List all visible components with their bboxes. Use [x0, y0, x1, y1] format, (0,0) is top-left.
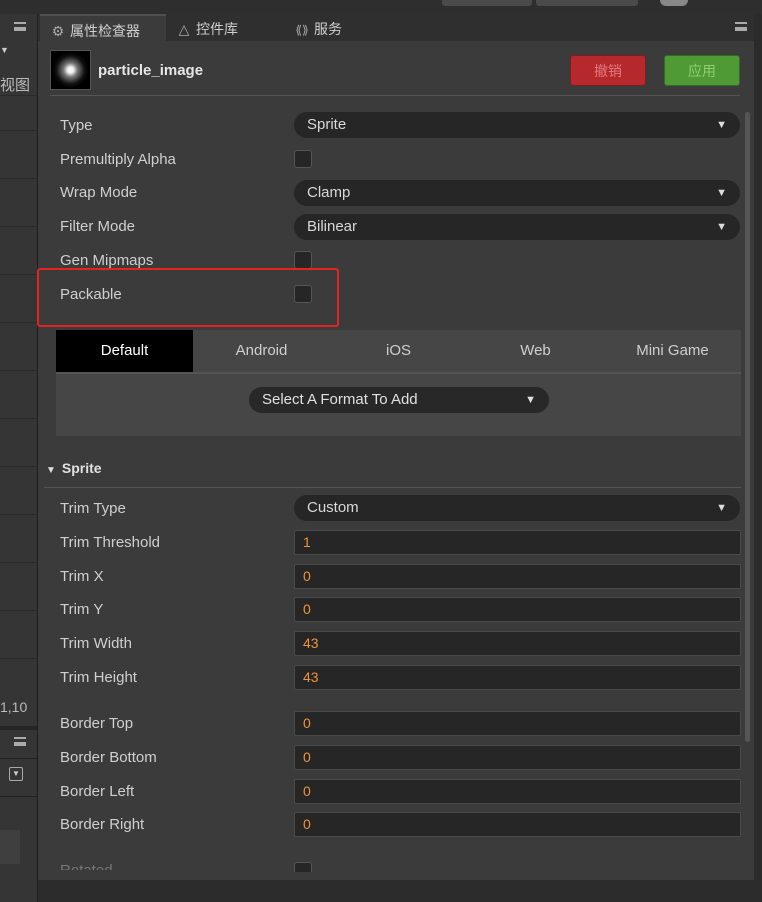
trim-x-label: Trim X — [60, 568, 104, 585]
hamburger-menu-icon[interactable] — [735, 22, 747, 31]
triangle-down-icon: ▼ — [716, 221, 727, 233]
sprite-section-title: Sprite — [61, 460, 102, 476]
asset-name: particle_image — [98, 62, 204, 79]
border-right-label: Border Right — [60, 816, 145, 833]
divider — [0, 274, 37, 275]
border-top-input[interactable]: 0 — [294, 711, 741, 736]
divider — [0, 758, 37, 759]
wrap-mode-select[interactable]: Clamp ▼ — [294, 180, 740, 206]
panel-splitter[interactable] — [0, 726, 37, 730]
trim-type-select-value: Custom — [307, 499, 359, 516]
revert-button[interactable]: 撤销 — [570, 55, 646, 86]
rotated-checkbox[interactable] — [294, 862, 312, 872]
platform-tab-default[interactable]: Default — [56, 330, 193, 372]
trim-height-label: Trim Height — [60, 669, 137, 686]
platform-tab-web[interactable]: Web — [467, 330, 604, 372]
tab-library-label: 控件库 — [196, 21, 238, 37]
list-item[interactable] — [0, 830, 20, 864]
divider — [0, 796, 37, 797]
divider — [0, 370, 37, 371]
platform-tab-android[interactable]: Android — [193, 330, 330, 372]
wrap-mode-select-value: Clamp — [307, 184, 351, 201]
rotated-label: Rotated — [60, 862, 120, 870]
trim-y-input[interactable]: 0 — [294, 597, 741, 622]
trim-width-input[interactable]: 43 — [294, 631, 741, 656]
platform-tab-ios[interactable]: iOS — [330, 330, 467, 372]
hamburger-menu-icon[interactable] — [14, 737, 26, 746]
trim-type-label: Trim Type — [60, 500, 126, 517]
hamburger-menu-icon[interactable] — [14, 22, 26, 31]
triangle-down-icon: ▼ — [716, 502, 727, 514]
border-right-input[interactable]: 0 — [294, 812, 741, 837]
filter-mode-select-value: Bilinear — [307, 218, 358, 235]
divider — [0, 130, 37, 131]
divider — [50, 95, 740, 96]
tab-services-label: 服务 — [314, 21, 342, 37]
divider — [0, 466, 37, 467]
triangle-down-icon[interactable]: ▼ — [0, 46, 11, 55]
format-select-value: Select A Format To Add — [262, 391, 418, 408]
border-bottom-label: Border Bottom — [60, 749, 157, 766]
triangle-icon: △ — [178, 21, 190, 37]
divider — [44, 487, 741, 488]
top-toolbar-button[interactable] — [536, 0, 638, 6]
sprite-section-header[interactable]: ▼ Sprite — [46, 460, 102, 476]
divider — [0, 95, 37, 96]
bottom-bar — [38, 880, 762, 902]
trim-width-label: Trim Width — [60, 635, 132, 652]
divider — [0, 658, 37, 659]
trim-threshold-input[interactable]: 1 — [294, 530, 741, 555]
border-bottom-input[interactable]: 0 — [294, 745, 741, 770]
divider — [0, 322, 37, 323]
tab-inspector-label: 属性检查器 — [70, 23, 140, 39]
border-top-label: Border Top — [60, 715, 134, 732]
divider — [0, 226, 37, 227]
dropdown-toggle-icon[interactable]: ▼ — [9, 767, 23, 781]
type-label: Type — [60, 117, 93, 134]
platform-tab-mini-game[interactable]: Mini Game — [604, 330, 741, 372]
premultiply-alpha-label: Premultiply Alpha — [60, 151, 176, 168]
divider — [0, 178, 37, 179]
highlight-annotation-box — [37, 268, 339, 327]
scrollbar[interactable] — [745, 112, 750, 742]
divider — [0, 514, 37, 515]
top-toolbar-button[interactable] — [442, 0, 532, 6]
gen-mipmaps-checkbox[interactable] — [294, 251, 312, 269]
filter-mode-label: Filter Mode — [60, 218, 136, 235]
trim-height-input[interactable]: 43 — [294, 665, 741, 690]
type-select[interactable]: Sprite ▼ — [294, 112, 740, 138]
tab-library[interactable]: △ 控件库 — [166, 14, 284, 41]
divider — [0, 610, 37, 611]
trim-threshold-label: Trim Threshold — [60, 534, 161, 551]
type-select-value: Sprite — [307, 116, 347, 133]
triangle-down-icon: ▼ — [716, 187, 727, 199]
divider — [0, 418, 37, 419]
triangle-down-icon: ▼ — [716, 119, 727, 131]
cloud-link-icon: ⟪⟫ — [295, 23, 309, 37]
tab-inspector[interactable]: ⚙ 属性检查器 — [40, 14, 166, 41]
triangle-down-icon: ▼ — [46, 465, 56, 476]
tab-services[interactable]: ⟪⟫ 服务 — [284, 14, 404, 41]
trim-y-label: Trim Y — [60, 601, 104, 618]
left-panel-coord-value: 1,10 — [0, 699, 28, 715]
trim-type-select[interactable]: Custom ▼ — [294, 495, 740, 521]
gear-icon: ⚙ — [51, 23, 65, 39]
top-avatar[interactable] — [660, 0, 688, 6]
wrap-mode-label: Wrap Mode — [60, 184, 138, 201]
format-select[interactable]: Select A Format To Add ▼ — [249, 387, 549, 413]
top-strip — [0, 0, 762, 14]
apply-button[interactable]: 应用 — [664, 55, 740, 86]
border-left-label: Border Left — [60, 783, 135, 800]
triangle-down-icon: ▼ — [525, 394, 536, 406]
divider — [0, 562, 37, 563]
filter-mode-select[interactable]: Bilinear ▼ — [294, 214, 740, 240]
premultiply-alpha-checkbox[interactable] — [294, 150, 312, 168]
border-left-input[interactable]: 0 — [294, 779, 741, 804]
left-panel-view-label: 视图 — [0, 77, 31, 94]
asset-thumbnail — [50, 50, 91, 90]
trim-x-input[interactable]: 0 — [294, 564, 741, 589]
